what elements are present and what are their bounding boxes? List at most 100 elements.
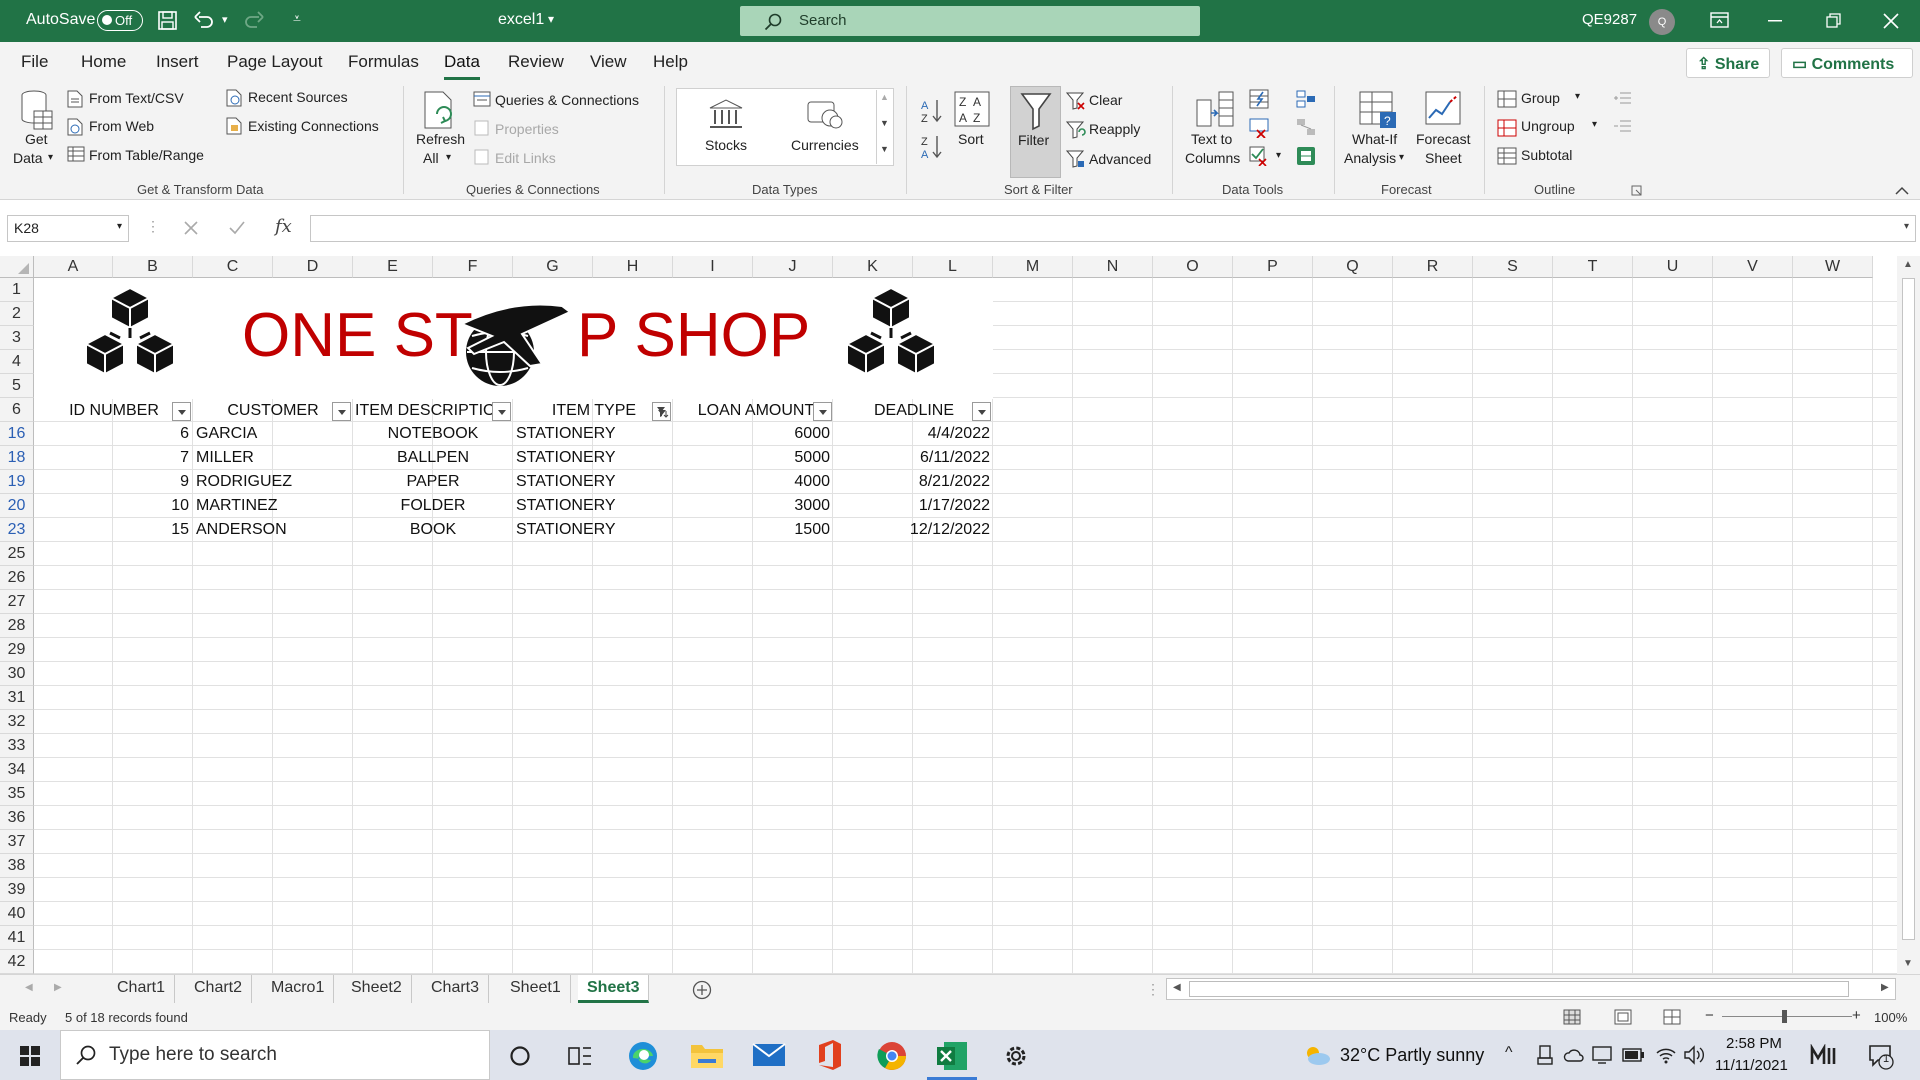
- cell-deadline[interactable]: 12/12/2022: [836, 518, 990, 542]
- text-to-columns-button[interactable]: Text to: [1191, 131, 1232, 147]
- column-header-g[interactable]: G: [513, 256, 593, 278]
- page-layout-view-icon[interactable]: [1614, 1009, 1632, 1025]
- row-header-30[interactable]: 30: [0, 662, 34, 686]
- sheet-tab-chart1[interactable]: Chart1: [108, 975, 176, 1003]
- tab-data[interactable]: Data: [444, 52, 480, 80]
- vertical-scrollbar[interactable]: ▲ ▼: [1897, 256, 1920, 974]
- cortana-icon[interactable]: [509, 1045, 531, 1067]
- column-header-l[interactable]: L: [913, 256, 993, 278]
- undo-dropdown-icon[interactable]: ▾: [222, 13, 228, 26]
- more-options-icon[interactable]: ⋮: [146, 218, 160, 235]
- tab-home[interactable]: Home: [81, 52, 126, 72]
- expand-formula-icon[interactable]: ▾: [1904, 221, 1909, 232]
- hide-detail-icon[interactable]: [1614, 118, 1632, 134]
- cell-id[interactable]: 6: [35, 422, 189, 446]
- filter-button[interactable]: Filter: [1010, 86, 1061, 178]
- sort-button[interactable]: Sort: [958, 131, 984, 147]
- column-header-t[interactable]: T: [1553, 256, 1633, 278]
- cell-item[interactable]: FOLDER: [355, 494, 511, 518]
- from-text-csv-button[interactable]: From Text/CSV: [89, 90, 184, 106]
- tab-file[interactable]: File: [21, 52, 48, 72]
- scroll-thumb[interactable]: [1902, 278, 1915, 940]
- zoom-slider-thumb[interactable]: [1782, 1010, 1787, 1023]
- autosave-toggle[interactable]: Off: [97, 10, 143, 31]
- cell-loan[interactable]: 6000: [676, 422, 830, 446]
- clear-button[interactable]: Clear: [1089, 92, 1122, 108]
- table-row[interactable]: 6 GARCIA NOTEBOOK STATIONERY 6000 4/4/2022: [0, 422, 1000, 446]
- group-button[interactable]: Group: [1521, 90, 1560, 106]
- cell-loan[interactable]: 4000: [676, 470, 830, 494]
- cell-deadline[interactable]: 1/17/2022: [836, 494, 990, 518]
- cell-item[interactable]: NOTEBOOK: [355, 422, 511, 446]
- chevron-down-icon[interactable]: ▼: [880, 118, 889, 128]
- table-row[interactable]: 7 MILLER BALLPEN STATIONERY 5000 6/11/2022: [0, 446, 1000, 470]
- cell-type[interactable]: STATIONERY: [516, 518, 672, 542]
- filter-dropdown-customer[interactable]: [332, 402, 351, 421]
- column-header-n[interactable]: N: [1073, 256, 1153, 278]
- table-row[interactable]: 10 MARTINEZ FOLDER STATIONERY 3000 1/17/2022: [0, 494, 1000, 518]
- row-header-37[interactable]: 37: [0, 830, 34, 854]
- gallery-scroll[interactable]: ▲ ▼ ▼: [876, 90, 892, 164]
- insert-function-icon[interactable]: fx: [275, 216, 292, 237]
- row-header-39[interactable]: 39: [0, 878, 34, 902]
- confirm-entry-icon[interactable]: [228, 220, 246, 236]
- row-header-4[interactable]: 4: [0, 350, 34, 374]
- row-header-42[interactable]: 42: [0, 950, 34, 974]
- scroll-up-icon[interactable]: ▲: [1903, 259, 1913, 270]
- column-header-k[interactable]: K: [833, 256, 913, 278]
- row-header-25[interactable]: 25: [0, 542, 34, 566]
- comments-button[interactable]: ▭ Comments: [1781, 48, 1913, 78]
- what-if-analysis-label[interactable]: Analysis: [1344, 150, 1396, 166]
- gallery-more-icon[interactable]: ▼: [880, 144, 889, 154]
- scroll-right-icon[interactable]: ▶: [1881, 982, 1889, 993]
- cell-customer[interactable]: RODRIGUEZ: [196, 470, 352, 494]
- meet-now-icon[interactable]: [1810, 1044, 1838, 1066]
- sheet-tab-sheet2[interactable]: Sheet2: [342, 975, 412, 1003]
- dialog-launcher-icon[interactable]: [1631, 185, 1643, 197]
- row-header-41[interactable]: 41: [0, 926, 34, 950]
- cell-loan[interactable]: 5000: [676, 446, 830, 470]
- currencies-button[interactable]: Currencies: [791, 137, 859, 153]
- weather-text[interactable]: 32°C Partly sunny: [1340, 1045, 1484, 1066]
- tab-splitter-icon[interactable]: ⋮: [1146, 981, 1160, 998]
- tab-formulas[interactable]: Formulas: [348, 52, 419, 72]
- chevron-up-icon[interactable]: ▲: [880, 92, 889, 102]
- column-header-v[interactable]: V: [1713, 256, 1793, 278]
- row-header-35[interactable]: 35: [0, 782, 34, 806]
- clock-time[interactable]: 2:58 PM: [1726, 1035, 1782, 1052]
- prev-sheet-icon[interactable]: ◀: [25, 982, 33, 993]
- table-row[interactable]: 15 ANDERSON BOOK STATIONERY 1500 12/12/2022: [0, 518, 1000, 542]
- minimize-icon[interactable]: [1768, 20, 1784, 22]
- row-header-28[interactable]: 28: [0, 614, 34, 638]
- queries-connections-button[interactable]: Queries & Connections: [495, 92, 639, 108]
- consolidate-icon[interactable]: [1296, 90, 1316, 110]
- cell-id[interactable]: 7: [35, 446, 189, 470]
- what-if-analysis-button[interactable]: What-If: [1352, 131, 1397, 147]
- refresh-all-label[interactable]: All: [423, 150, 439, 166]
- chrome-icon[interactable]: [876, 1040, 908, 1072]
- column-header-r[interactable]: R: [1393, 256, 1473, 278]
- forecast-sheet-label[interactable]: Sheet: [1425, 150, 1462, 166]
- row-header-31[interactable]: 31: [0, 686, 34, 710]
- volume-icon[interactable]: [1683, 1045, 1705, 1065]
- sort-za-icon[interactable]: ZA: [920, 134, 944, 160]
- cell-item[interactable]: BALLPEN: [355, 446, 511, 470]
- task-view-icon[interactable]: [568, 1045, 592, 1067]
- mail-icon[interactable]: [752, 1043, 786, 1067]
- row-header-6[interactable]: 6: [0, 398, 34, 422]
- file-name[interactable]: excel1: [498, 11, 544, 29]
- usb-device-icon[interactable]: [1536, 1045, 1554, 1065]
- remove-duplicates-icon[interactable]: [1249, 118, 1269, 138]
- excel-taskbar-icon[interactable]: [936, 1041, 968, 1071]
- tab-help[interactable]: Help: [653, 52, 688, 72]
- filter-dropdown-loan-amount[interactable]: [813, 402, 832, 421]
- column-header-d[interactable]: D: [273, 256, 353, 278]
- formula-input[interactable]: ▾: [310, 215, 1916, 242]
- cell-item[interactable]: PAPER: [355, 470, 511, 494]
- show-hidden-icons-icon[interactable]: ^: [1505, 1044, 1513, 1062]
- restore-icon[interactable]: [1826, 13, 1842, 29]
- cell-customer[interactable]: MARTINEZ: [196, 494, 352, 518]
- search-box[interactable]: Search: [740, 6, 1200, 36]
- chevron-down-icon[interactable]: ▾: [1276, 150, 1281, 161]
- cancel-entry-icon[interactable]: [183, 220, 199, 236]
